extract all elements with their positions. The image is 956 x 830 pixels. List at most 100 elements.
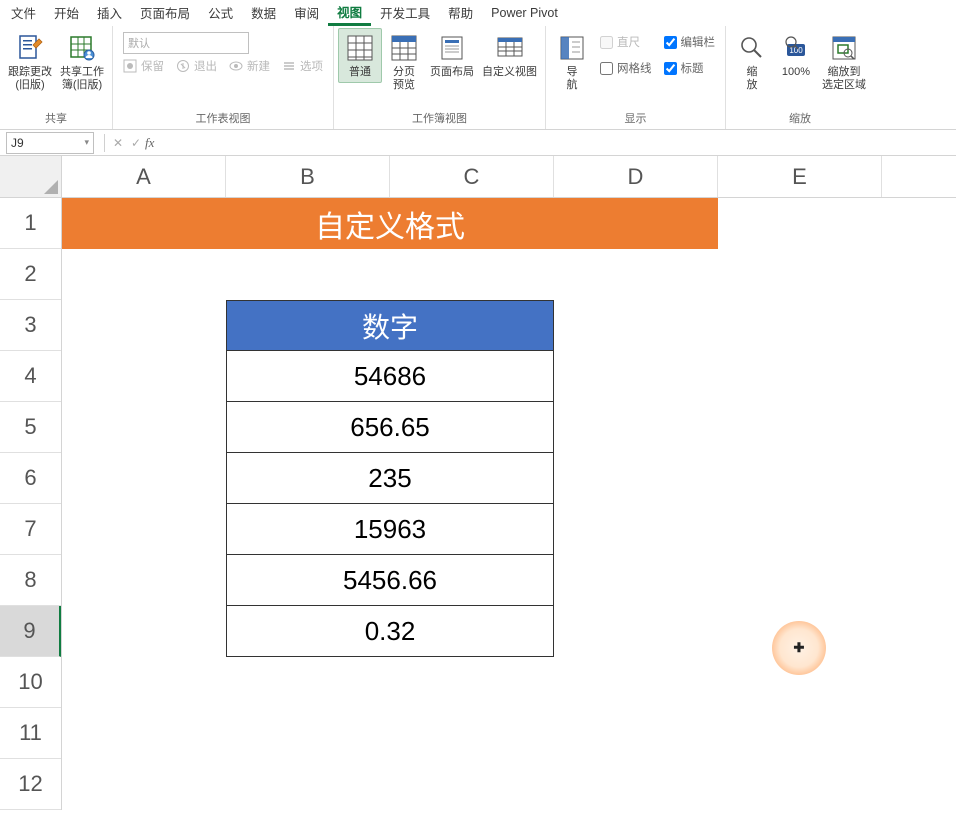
new-button: 新建 — [229, 58, 270, 74]
name-box-value: J9 — [11, 136, 24, 150]
table-row[interactable]: 656.65 — [226, 402, 554, 453]
zoom-select-icon — [828, 32, 860, 64]
options-icon — [282, 59, 296, 73]
sheet-view-combo[interactable]: 默认 — [123, 32, 249, 54]
track-changes-button[interactable]: 跟踪更改 (旧版) — [4, 28, 56, 96]
table-row[interactable]: 54686 — [226, 351, 554, 402]
menu-bar: 文件 开始 插入 页面布局 公式 数据 审阅 视图 开发工具 帮助 Power … — [0, 0, 956, 26]
menu-page-layout[interactable]: 页面布局 — [131, 0, 199, 25]
page-break-label: 分页 预览 — [393, 66, 415, 92]
zoom-icon — [736, 32, 768, 64]
fx-icon[interactable]: fx — [145, 135, 154, 151]
row-header-2[interactable]: 2 — [0, 249, 61, 300]
row-header-4[interactable]: 4 — [0, 351, 61, 402]
col-header-D[interactable]: D — [554, 156, 718, 197]
group-show-label: 显示 — [625, 108, 647, 129]
page-break-button[interactable]: 分页 预览 — [382, 28, 426, 96]
row-header-8[interactable]: 8 — [0, 555, 61, 606]
ribbon-group-share: 跟踪更改 (旧版) 共享工作 簿(旧版) 共享 — [0, 26, 113, 129]
table-header-cell[interactable]: 数字 — [226, 300, 554, 351]
col-header-C[interactable]: C — [390, 156, 554, 197]
ruler-checkbox: 直尺 — [600, 34, 652, 50]
col-header-A[interactable]: A — [62, 156, 226, 197]
row-header-7[interactable]: 7 — [0, 504, 61, 555]
row-header-11[interactable]: 11 — [0, 708, 61, 759]
new-icon — [229, 59, 243, 73]
normal-view-button[interactable]: 普通 — [338, 28, 382, 83]
menu-power-pivot[interactable]: Power Pivot — [482, 3, 567, 23]
title-cell[interactable]: 自定义格式 — [62, 198, 718, 249]
row-header-10[interactable]: 10 — [0, 657, 61, 708]
column-headers: A B C D E — [62, 156, 956, 198]
share-workbook-label: 共享工作 簿(旧版) — [60, 66, 104, 92]
hundred-icon: 100 — [780, 32, 812, 64]
zoom-button[interactable]: 缩 放 — [730, 28, 774, 96]
custom-views-label: 自定义视图 — [482, 66, 537, 79]
col-header-B[interactable]: B — [226, 156, 390, 197]
navigation-button[interactable]: 导 航 — [550, 28, 594, 96]
normal-view-icon — [344, 32, 376, 64]
accept-formula-button[interactable]: ✓ — [127, 134, 145, 152]
select-all-corner[interactable] — [0, 156, 62, 198]
zoom-label: 缩 放 — [747, 66, 758, 92]
group-zoom-label: 缩放 — [789, 108, 811, 129]
grid[interactable]: A B C D E 1 2 3 4 5 6 7 8 9 10 11 12 自定义… — [0, 156, 956, 830]
name-box[interactable]: J9 ▾ — [6, 132, 94, 154]
zoom-select-button[interactable]: 缩放到 选定区域 — [818, 28, 870, 96]
menu-formulas[interactable]: 公式 — [199, 0, 242, 25]
table-row[interactable]: 0.32 — [226, 606, 554, 657]
col-header-E[interactable]: E — [718, 156, 882, 197]
headings-checkbox[interactable]: 标题 — [664, 60, 716, 76]
group-wb-view-label: 工作簿视图 — [412, 108, 467, 129]
row-header-12[interactable]: 12 — [0, 759, 61, 810]
exit-icon — [176, 59, 190, 73]
row-header-1[interactable]: 1 — [0, 198, 61, 249]
cancel-formula-button[interactable]: ✕ — [109, 134, 127, 152]
name-box-dropdown-icon[interactable]: ▾ — [84, 137, 89, 148]
row-headers: 1 2 3 4 5 6 7 8 9 10 11 12 — [0, 198, 62, 810]
menu-view[interactable]: 视图 — [328, 0, 371, 26]
ribbon: 跟踪更改 (旧版) 共享工作 簿(旧版) 共享 默认 保留 — [0, 26, 956, 130]
group-sheet-view-label: 工作表视图 — [196, 108, 251, 129]
table-row[interactable]: 5456.66 — [226, 555, 554, 606]
group-share-label: 共享 — [45, 108, 67, 129]
row-header-5[interactable]: 5 — [0, 402, 61, 453]
keep-icon — [123, 59, 137, 73]
formula-bar-checkbox[interactable]: 编辑栏 — [664, 34, 716, 50]
menu-review[interactable]: 审阅 — [285, 0, 328, 25]
row-header-3[interactable]: 3 — [0, 300, 61, 351]
menu-insert[interactable]: 插入 — [88, 0, 131, 25]
table-row[interactable]: 15963 — [226, 504, 554, 555]
combo-placeholder: 默认 — [128, 35, 150, 51]
ribbon-group-zoom: 缩 放 100 100% 缩放到 选定区域 缩放 — [726, 26, 874, 129]
row-header-9[interactable]: 9 — [0, 606, 61, 657]
custom-views-icon — [494, 32, 526, 64]
formula-input[interactable] — [160, 132, 956, 154]
excel-cursor-icon: ✚ — [792, 641, 806, 655]
menu-file[interactable]: 文件 — [2, 0, 45, 25]
gridlines-checkbox[interactable]: 网格线 — [600, 60, 652, 76]
page-layout-button[interactable]: 页面布局 — [426, 28, 478, 83]
keep-button: 保留 — [123, 58, 164, 74]
normal-label: 普通 — [349, 66, 371, 79]
zoom-select-label: 缩放到 选定区域 — [822, 66, 866, 92]
menu-developer[interactable]: 开发工具 — [371, 0, 439, 25]
page-break-icon — [388, 32, 420, 64]
track-changes-icon — [14, 32, 46, 64]
separator — [104, 134, 105, 152]
share-workbook-icon — [66, 32, 98, 64]
ribbon-group-show: 导 航 直尺 网格线 编辑栏 标题 显示 — [546, 26, 726, 129]
navigation-label: 导 航 — [567, 66, 578, 92]
ribbon-group-sheet-view: 默认 保留 退出 新建 选项 — [113, 26, 334, 129]
hundred-button[interactable]: 100 100% — [774, 28, 818, 83]
navigation-icon — [556, 32, 588, 64]
menu-help[interactable]: 帮助 — [439, 0, 482, 25]
menu-home[interactable]: 开始 — [45, 0, 88, 25]
row-header-6[interactable]: 6 — [0, 453, 61, 504]
menu-data[interactable]: 数据 — [242, 0, 285, 25]
ribbon-group-wb-view: 普通 分页 预览 页面布局 自定义视图 工作簿视图 — [334, 26, 546, 129]
share-workbook-button[interactable]: 共享工作 簿(旧版) — [56, 28, 108, 96]
table-row[interactable]: 235 — [226, 453, 554, 504]
custom-views-button[interactable]: 自定义视图 — [478, 28, 541, 83]
hundred-label: 100% — [782, 66, 810, 79]
